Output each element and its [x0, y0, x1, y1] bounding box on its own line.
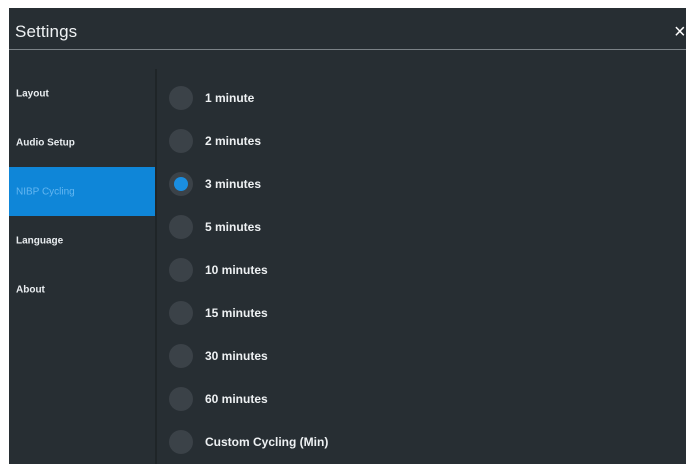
- option-label: 10 minutes: [205, 263, 268, 277]
- option-label: 30 minutes: [205, 349, 268, 363]
- option-30-minutes[interactable]: 30 minutes: [169, 341, 569, 371]
- sidebar-item-label: NIBP Cycling: [16, 186, 75, 197]
- dialog-header: Settings ×: [9, 8, 686, 50]
- sidebar-item-layout[interactable]: Layout: [9, 69, 155, 118]
- close-icon[interactable]: ×: [674, 22, 686, 42]
- sidebar-item-label: Audio Setup: [16, 137, 75, 148]
- sidebar-item-nibp-cycling[interactable]: NIBP Cycling: [9, 167, 155, 216]
- dialog-title: Settings: [15, 22, 78, 41]
- sidebar-item-audio-setup[interactable]: Audio Setup: [9, 118, 155, 167]
- sidebar-item-label: About: [16, 284, 45, 295]
- option-label: 60 minutes: [205, 392, 268, 406]
- option-60-minutes[interactable]: 60 minutes: [169, 384, 569, 414]
- option-3-minutes[interactable]: 3 minutes: [169, 169, 569, 199]
- radio-icon[interactable]: [169, 430, 193, 454]
- radio-icon[interactable]: [169, 129, 193, 153]
- sidebar-item-language[interactable]: Language: [9, 216, 155, 265]
- radio-dot: [174, 177, 188, 191]
- option-label: 3 minutes: [205, 177, 262, 191]
- option-2-minutes[interactable]: 2 minutes: [169, 126, 569, 156]
- option-15-minutes[interactable]: 15 minutes: [169, 298, 569, 328]
- sidebar-item-about[interactable]: About: [9, 265, 155, 314]
- option-label: 1 minute: [205, 91, 255, 105]
- sidebar-divider: [155, 69, 157, 464]
- settings-sidebar: Layout Audio Setup NIBP Cycling Language…: [9, 69, 155, 464]
- radio-icon[interactable]: [169, 86, 193, 110]
- option-label: 5 minutes: [205, 220, 262, 234]
- option-label: 15 minutes: [205, 306, 268, 320]
- radio-icon[interactable]: [169, 215, 193, 239]
- radio-icon[interactable]: [169, 387, 193, 411]
- radio-icon[interactable]: [169, 258, 193, 282]
- sidebar-item-label: Layout: [16, 88, 49, 99]
- option-5-minutes[interactable]: 5 minutes: [169, 212, 569, 242]
- radio-selected-icon[interactable]: [169, 172, 193, 196]
- option-custom-cycling[interactable]: Custom Cycling (Min): [169, 427, 569, 457]
- option-1-minute[interactable]: 1 minute: [169, 83, 569, 113]
- header-divider: [9, 49, 686, 50]
- option-label: Custom Cycling (Min): [205, 435, 329, 449]
- option-10-minutes[interactable]: 10 minutes: [169, 255, 569, 285]
- option-label: 2 minutes: [205, 134, 262, 148]
- sidebar-item-label: Language: [16, 235, 64, 246]
- settings-dialog: Settings × Layout Audio Setup NIBP Cycli…: [9, 8, 686, 464]
- radio-icon[interactable]: [169, 301, 193, 325]
- radio-icon[interactable]: [169, 344, 193, 368]
